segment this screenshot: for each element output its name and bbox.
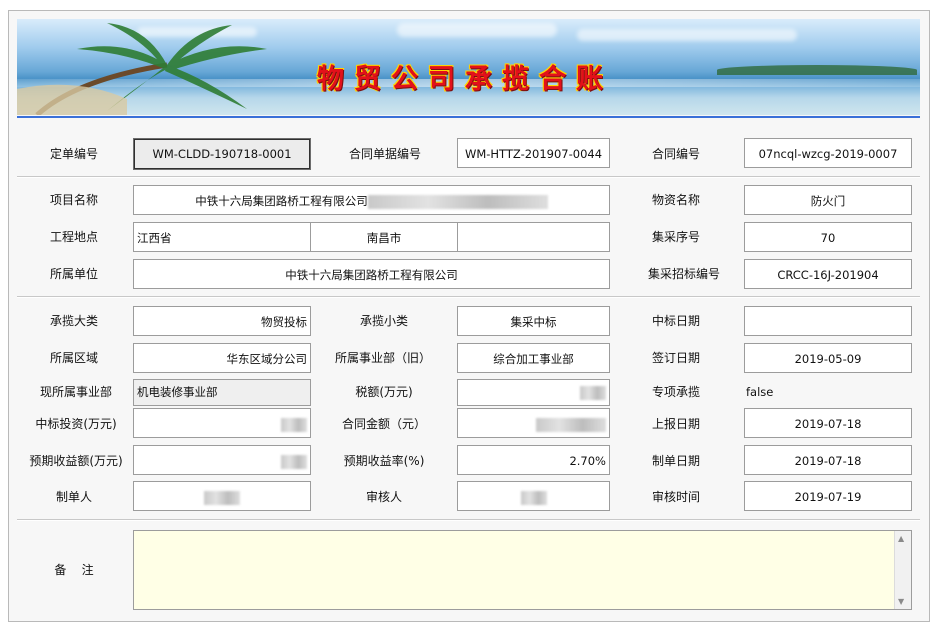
sign-date-label: 签订日期 <box>651 351 700 365</box>
invest-label: 中标投资(万元) <box>35 417 117 431</box>
province-field[interactable]: 江西省 <box>133 222 311 252</box>
bid-no-label: 集采招标编号 <box>647 267 720 281</box>
redacted-text <box>580 385 606 400</box>
remark-text <box>134 531 911 539</box>
order-no-field[interactable]: WM-CLDD-190718-0001 <box>133 138 311 170</box>
cat-big-label: 承揽大类 <box>49 314 98 328</box>
section-divider <box>17 519 920 521</box>
amount-label: 合同金额（元） <box>341 417 426 431</box>
make-date-field[interactable]: 2019-07-18 <box>744 445 912 475</box>
seq-field[interactable]: 70 <box>744 222 912 252</box>
contract-doc-label: 合同单据编号 <box>348 147 421 161</box>
material-label: 物资名称 <box>651 193 700 207</box>
unit-field[interactable]: 中铁十六局集团路桥工程有限公司 <box>133 259 610 289</box>
project-name-field[interactable]: 中铁十六局集团路桥工程有限公司 <box>133 185 610 215</box>
header-banner: 物贸公司承揽合账 <box>17 19 920 115</box>
win-date-label: 中标日期 <box>651 314 700 328</box>
region-label: 所属区域 <box>49 351 98 365</box>
invest-field[interactable] <box>133 408 311 438</box>
remark-label: 备 注 <box>54 563 94 577</box>
cat-small-label: 承揽小类 <box>359 314 408 328</box>
contract-no-field[interactable]: 07ncql-wzcg-2019-0007 <box>744 138 912 168</box>
dept-now-label: 现所属事业部 <box>39 385 112 399</box>
order-no-label: 定单编号 <box>49 147 98 161</box>
scroll-down-icon[interactable]: ▼ <box>898 597 904 606</box>
expected-rate-label: 预期收益率(%) <box>343 454 425 468</box>
site-extra-field[interactable] <box>457 222 610 252</box>
project-name-label: 项目名称 <box>49 193 98 207</box>
header-divider <box>17 116 920 118</box>
redacted-text <box>281 417 307 432</box>
section-divider <box>17 176 920 178</box>
contract-doc-field[interactable]: WM-HTTZ-201907-0044 <box>457 138 610 168</box>
contract-no-label: 合同编号 <box>651 147 700 161</box>
redacted-text <box>204 490 240 505</box>
remark-scrollbar[interactable]: ▲ ▼ <box>894 531 911 609</box>
unit-label: 所属单位 <box>49 267 98 281</box>
bid-no-field[interactable]: CRCC-16J-201904 <box>744 259 912 289</box>
cat-big-field[interactable]: 物贸投标 <box>133 306 311 336</box>
dept-old-field[interactable]: 综合加工事业部 <box>457 343 610 373</box>
tax-label: 税额(万元) <box>355 385 413 399</box>
cat-small-field[interactable]: 集采中标 <box>457 306 610 336</box>
region-field[interactable]: 华东区域分公司 <box>133 343 311 373</box>
expected-rate-field[interactable]: 2.70% <box>457 445 610 475</box>
redacted-text <box>367 194 548 209</box>
palm-tree-image <box>17 23 267 115</box>
redacted-text <box>520 490 547 505</box>
win-date-field[interactable] <box>744 306 912 336</box>
report-date-field[interactable]: 2019-07-18 <box>744 408 912 438</box>
section-divider <box>17 296 920 298</box>
site-label: 工程地点 <box>49 230 98 244</box>
city-field[interactable]: 南昌市 <box>310 222 458 252</box>
dept-now-field[interactable]: 机电装修事业部 <box>133 379 311 406</box>
tax-field[interactable] <box>457 379 610 406</box>
dept-old-label: 所属事业部（旧） <box>334 351 431 365</box>
special-value: false <box>746 385 774 399</box>
expected-income-field[interactable] <box>133 445 311 475</box>
maker-field[interactable] <box>133 481 311 511</box>
sign-date-field[interactable]: 2019-05-09 <box>744 343 912 373</box>
banner-title: 物贸公司承揽合账 <box>317 64 613 95</box>
auditor-label: 审核人 <box>365 490 402 504</box>
seq-label: 集采序号 <box>651 230 700 244</box>
make-date-label: 制单日期 <box>651 454 700 468</box>
redacted-text <box>281 454 307 469</box>
project-name-text: 中铁十六局集团路桥工程有限公司 <box>195 194 368 208</box>
report-date-label: 上报日期 <box>651 417 700 431</box>
special-label: 专项承揽 <box>651 385 700 399</box>
scroll-up-icon[interactable]: ▲ <box>898 534 904 543</box>
amount-field[interactable] <box>457 408 610 438</box>
remark-textarea[interactable]: ▲ ▼ <box>133 530 912 610</box>
material-field[interactable]: 防火门 <box>744 185 912 215</box>
expected-income-label: 预期收益额(万元) <box>29 454 123 468</box>
auditor-field[interactable] <box>457 481 610 511</box>
redacted-text <box>536 417 606 432</box>
audit-time-field[interactable]: 2019-07-19 <box>744 481 912 511</box>
audit-time-label: 审核时间 <box>651 490 700 504</box>
maker-label: 制单人 <box>55 490 92 504</box>
